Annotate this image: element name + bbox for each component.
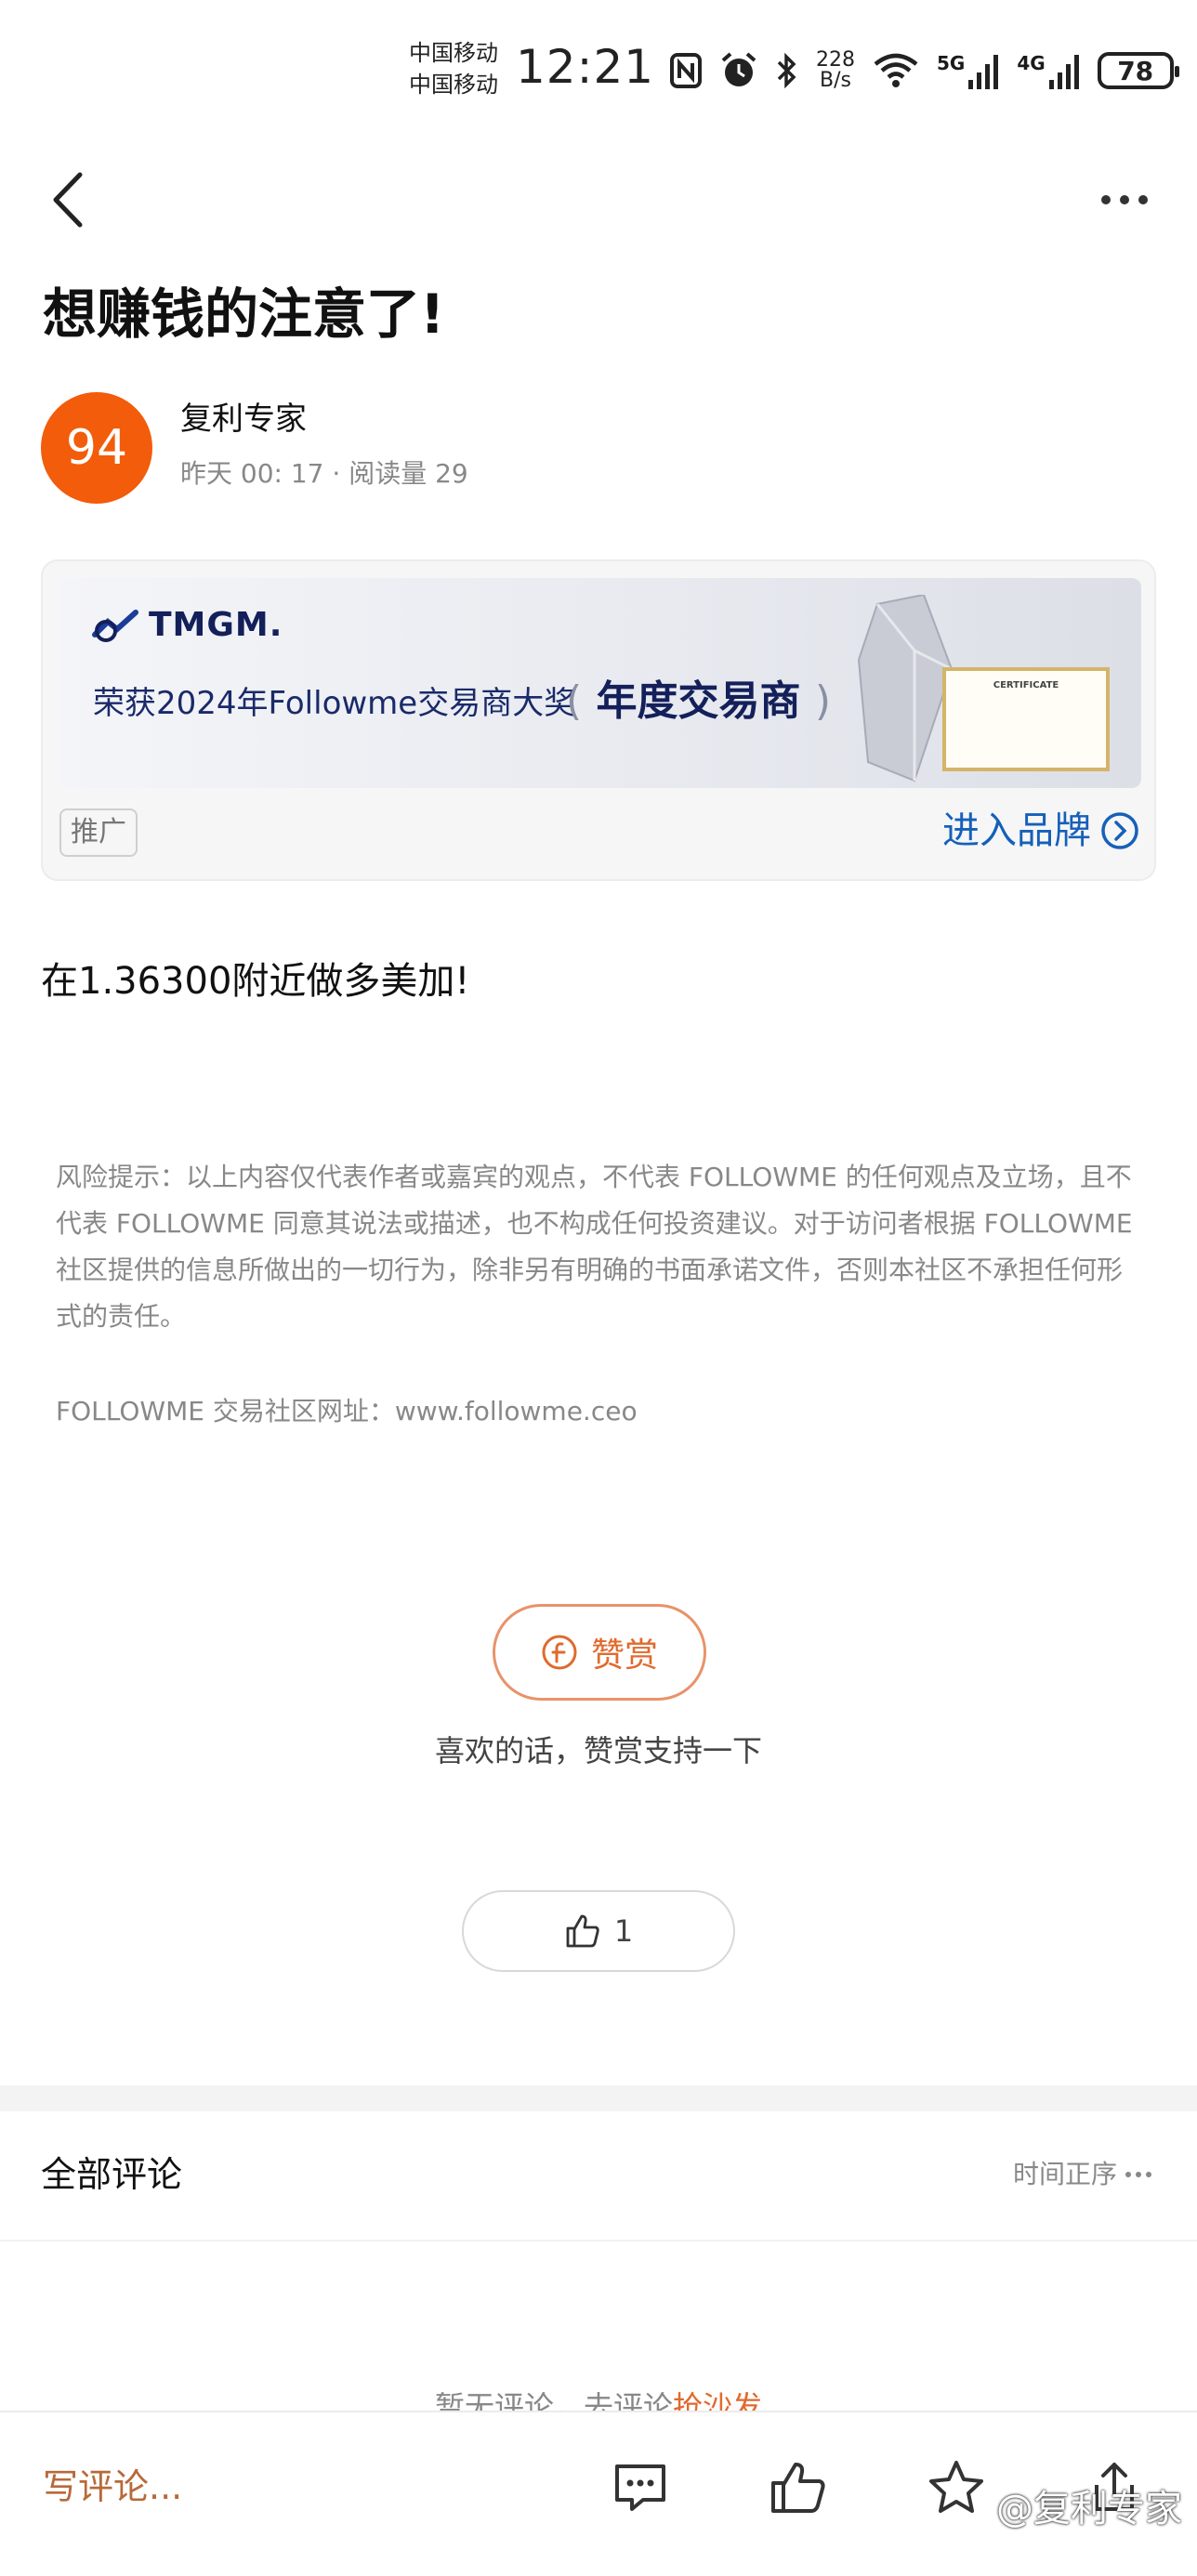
ad-banner[interactable]: TMGM. 荣获2024年Followme交易商大奖 ( 年度交易商 ) CER… bbox=[59, 578, 1141, 788]
reward-button[interactable]: 赞赏 bbox=[493, 1604, 706, 1701]
comment-sort-label: 时间正序 bbox=[1012, 2159, 1117, 2189]
post-title: 想赚钱的注意了! bbox=[43, 283, 445, 346]
signal-4g: 4G bbox=[1017, 52, 1080, 89]
carrier-1: 中国移动 bbox=[409, 40, 498, 66]
author-name[interactable]: 复利专家 bbox=[180, 398, 307, 440]
nfc-icon bbox=[670, 53, 702, 88]
bottom-action-bar: 写评论... @复利专家 bbox=[0, 2411, 1197, 2576]
arrow-circle-right-icon bbox=[1101, 812, 1138, 849]
laurel-left-icon: ( bbox=[566, 677, 583, 725]
ad-award-text: 年度交易商 bbox=[596, 677, 801, 725]
tmgm-logo-icon bbox=[92, 609, 138, 642]
wifi-icon bbox=[874, 53, 918, 87]
ad-brand-logo: TMGM. bbox=[91, 606, 283, 644]
certificate-title: CERTIFICATE bbox=[993, 680, 1059, 690]
back-button[interactable] bbox=[37, 158, 102, 242]
coin-icon bbox=[542, 1635, 577, 1670]
signal-bars-icon bbox=[1048, 55, 1079, 89]
more-dot-icon bbox=[1138, 195, 1148, 204]
ad-award: ( 年度交易商 ) bbox=[566, 669, 831, 734]
ad-headline: 荣获2024年Followme交易商大奖 bbox=[93, 685, 576, 722]
signal-bars-icon bbox=[968, 55, 999, 89]
status-bar: 中国移动 中国移动 12:21 228 B/s 5G 4G 78 bbox=[0, 0, 1197, 139]
enter-brand-label: 进入品牌 bbox=[942, 809, 1091, 852]
status-icons: 228 B/s 5G 4G 78 bbox=[669, 45, 1179, 97]
more-dot-icon bbox=[1120, 195, 1129, 204]
signal-5g: 5G bbox=[937, 52, 1000, 89]
net-type-2: 4G bbox=[1017, 52, 1046, 74]
author-avatar[interactable]: 94 bbox=[41, 392, 152, 504]
write-comment-input[interactable]: 写评论... bbox=[43, 2461, 182, 2513]
comments-divider bbox=[0, 2240, 1197, 2241]
comments-heading: 全部评论 bbox=[41, 2154, 183, 2195]
more-options-button[interactable] bbox=[1087, 177, 1162, 223]
section-divider bbox=[0, 2085, 1197, 2111]
comment-icon[interactable] bbox=[610, 2457, 671, 2518]
carrier-label: 中国移动 中国移动 bbox=[409, 37, 498, 100]
promo-tag: 推广 bbox=[59, 808, 138, 857]
risk-disclaimer: 风险提示：以上内容仅代表作者或嘉宾的观点，不代表 FOLLOWME 的任何观点及… bbox=[56, 1162, 1133, 1332]
post-body: 在1.36300附近做多美加! bbox=[41, 960, 470, 1003]
laurel-right-icon: ) bbox=[814, 677, 831, 725]
speed-value: 228 bbox=[816, 48, 855, 72]
chevron-left-icon bbox=[53, 172, 83, 228]
carrier-2: 中国移动 bbox=[409, 72, 498, 98]
alarm-icon bbox=[721, 52, 756, 86]
enter-brand-link[interactable]: 进入品牌 bbox=[942, 805, 1139, 857]
more-dot-icon bbox=[1101, 195, 1111, 204]
like-icon[interactable] bbox=[768, 2457, 829, 2518]
post-meta: 昨天 00: 17 · 阅读量 29 bbox=[180, 458, 468, 489]
reward-label: 赞赏 bbox=[590, 1636, 658, 1675]
more-horizontal-icon bbox=[1125, 2172, 1151, 2177]
bluetooth-icon bbox=[777, 52, 796, 89]
like-count: 1 bbox=[613, 1913, 634, 1949]
site-url-text: FOLLOWME 交易社区网址：www.followme.ceo bbox=[56, 1396, 638, 1426]
speed-unit: B/s bbox=[820, 69, 851, 92]
status-time: 12:21 bbox=[516, 40, 655, 94]
star-icon[interactable] bbox=[926, 2457, 987, 2518]
net-type-1: 5G bbox=[937, 52, 966, 74]
certificate-image: CERTIFICATE bbox=[942, 667, 1110, 771]
comment-sort-button[interactable]: 时间正序 bbox=[1013, 2156, 1152, 2193]
like-button[interactable]: 1 bbox=[462, 1890, 735, 1972]
network-speed: 228 B/s bbox=[816, 50, 855, 91]
ad-logo-text: TMGM. bbox=[149, 606, 283, 644]
watermark: @复利专家 bbox=[996, 2488, 1182, 2530]
battery-indicator: 78 bbox=[1097, 52, 1179, 89]
thumbs-up-icon bbox=[566, 1914, 599, 1948]
ad-card[interactable]: TMGM. 荣获2024年Followme交易商大奖 ( 年度交易商 ) CER… bbox=[41, 559, 1156, 881]
reward-hint: 喜欢的话，赞赏支持一下 bbox=[434, 1733, 762, 1768]
